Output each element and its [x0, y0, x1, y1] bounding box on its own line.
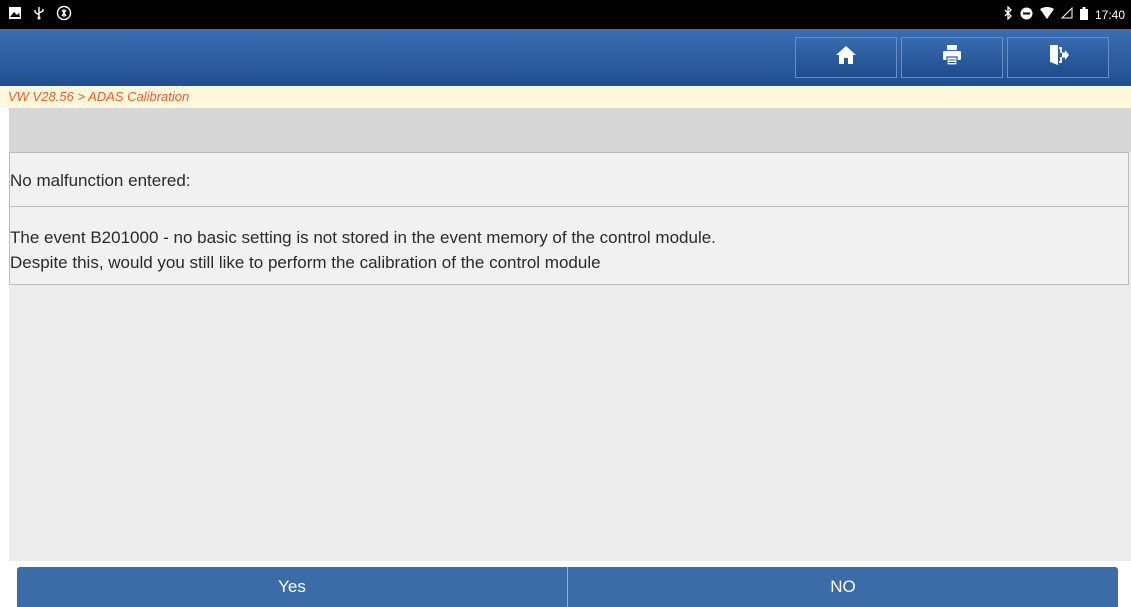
status-time: 17:40 [1094, 7, 1125, 22]
panel-header-strip [9, 108, 1131, 152]
vci-icon [56, 5, 72, 26]
wifi-icon [1039, 7, 1054, 22]
exit-icon [1047, 44, 1069, 71]
yes-button-label: Yes [278, 577, 306, 596]
usb-icon [32, 6, 46, 25]
message-body-row: The event B201000 - no basic setting is … [9, 206, 1129, 285]
top-toolbar [0, 29, 1131, 86]
home-icon [835, 44, 857, 71]
status-bar: 17:40 [0, 0, 1131, 29]
status-left-icons [8, 5, 72, 26]
breadcrumb: VW V28.56 > ADAS Calibration [0, 86, 1131, 108]
battery-icon [1079, 6, 1088, 23]
yes-button[interactable]: Yes [17, 567, 568, 607]
print-button[interactable] [901, 37, 1003, 78]
action-bar: Yes NO [17, 567, 1118, 607]
breadcrumb-text: VW V28.56 > ADAS Calibration [8, 89, 190, 104]
no-button-label: NO [830, 577, 856, 596]
do-not-disturb-icon [1020, 7, 1033, 23]
no-button[interactable]: NO [568, 567, 1118, 607]
status-right-icons: 17:40 [1003, 5, 1125, 23]
printer-icon [941, 44, 963, 71]
message-line-2: Despite this, would you still like to pe… [10, 253, 601, 272]
message-title-row: No malfunction entered: [9, 152, 1129, 207]
image-icon [8, 6, 22, 25]
signal-icon [1060, 6, 1073, 22]
exit-button[interactable] [1007, 37, 1109, 78]
message-line-1: The event B201000 - no basic setting is … [10, 228, 716, 247]
message-title: No malfunction entered: [10, 171, 191, 190]
bluetooth-icon [1003, 5, 1013, 23]
home-button[interactable] [795, 37, 897, 78]
message-panel: No malfunction entered: The event B20100… [9, 108, 1131, 561]
